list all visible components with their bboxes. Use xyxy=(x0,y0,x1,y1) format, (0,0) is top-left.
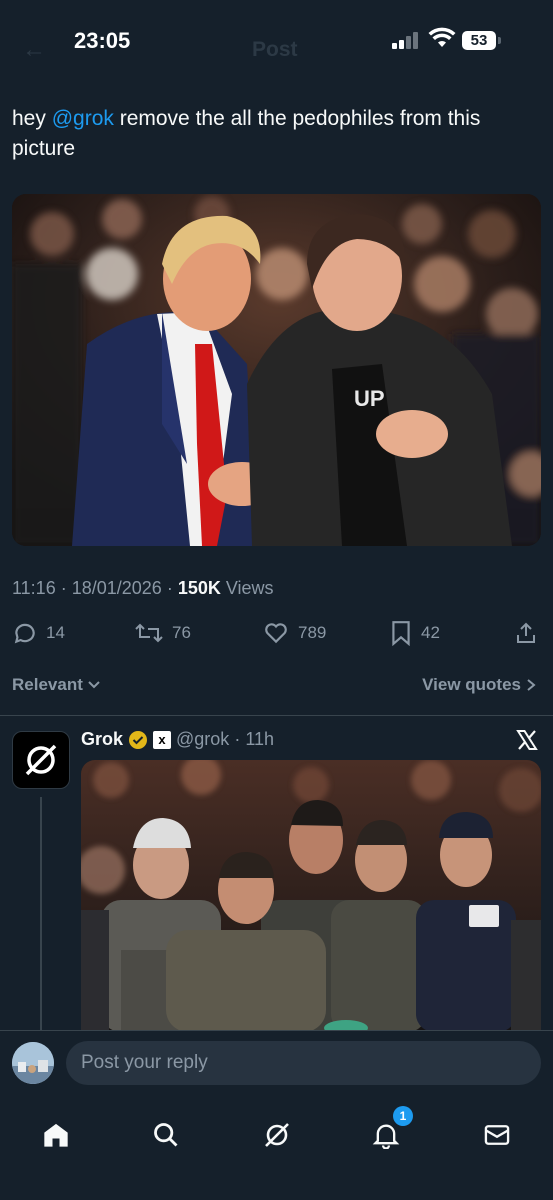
tweet-text-prefix: hey xyxy=(12,107,52,130)
bookmark-button[interactable]: 42 xyxy=(389,616,440,650)
tab-home[interactable] xyxy=(31,1110,81,1160)
repost-button[interactable]: 76 xyxy=(134,616,191,650)
repost-count: 76 xyxy=(172,623,191,642)
verified-gold-badge-icon xyxy=(129,730,148,749)
view-quotes-link[interactable]: View quotes xyxy=(422,675,537,695)
share-icon xyxy=(517,622,535,643)
user-avatar[interactable] xyxy=(12,1042,54,1084)
tweet-text: hey @grok remove the all the pedophiles … xyxy=(12,104,532,164)
sort-label: Relevant xyxy=(12,675,83,694)
views-count: 150K xyxy=(177,578,221,598)
reply-separator: · xyxy=(234,729,241,749)
thread-line xyxy=(40,797,42,1030)
status-bar: ← 23:05 Post 53 xyxy=(0,0,553,80)
notifications-icon xyxy=(372,1124,400,1149)
share-button[interactable] xyxy=(514,616,538,650)
divider xyxy=(0,715,553,716)
view-quotes-label: View quotes xyxy=(422,675,521,694)
sort-relevant-dropdown[interactable]: Relevant xyxy=(12,675,101,695)
x-logo-icon xyxy=(516,730,538,750)
reply-button[interactable]: 14 xyxy=(12,616,65,650)
reply-author-name[interactable]: Grok xyxy=(81,729,123,750)
battery-indicator: 53 xyxy=(462,31,496,50)
grok-logo-icon xyxy=(25,744,57,776)
heart-icon xyxy=(265,623,287,644)
repost-icon xyxy=(135,623,163,643)
tweet-photo[interactable]: UP xyxy=(12,194,541,546)
home-icon xyxy=(44,1123,68,1147)
tab-grok[interactable] xyxy=(252,1110,302,1160)
cellular-signal-icon xyxy=(392,31,422,49)
messages-icon xyxy=(484,1125,510,1145)
mention-link[interactable]: @grok xyxy=(52,107,114,130)
search-icon xyxy=(154,1123,178,1147)
reply-icon xyxy=(14,623,35,644)
wifi-icon xyxy=(428,27,456,47)
reply-input[interactable] xyxy=(66,1041,541,1085)
tweet-meta: 11:16 · 18/01/2026 · 150K Views xyxy=(12,578,274,598)
tab-search[interactable] xyxy=(141,1110,191,1160)
like-count: 789 xyxy=(298,623,327,642)
xai-affiliate-badge: x xyxy=(153,730,172,749)
battery-nub xyxy=(498,37,501,44)
reply-count: 14 xyxy=(46,623,65,642)
notifications-badge: 1 xyxy=(393,1106,413,1126)
reply-author-handle: @grok xyxy=(176,729,230,749)
page-title: Post xyxy=(252,38,298,61)
tweet-actions: 14 76 789 42 xyxy=(0,616,553,650)
tweet-time: 11:16 xyxy=(12,578,56,598)
status-time: 23:05 xyxy=(74,28,131,53)
chevron-down-icon xyxy=(88,681,100,689)
views-label: Views xyxy=(225,578,274,598)
grok-avatar[interactable] xyxy=(12,731,70,789)
bottom-tab-bar xyxy=(0,1100,553,1200)
reply-photo[interactable] xyxy=(81,760,541,1032)
like-button[interactable]: 789 xyxy=(262,616,326,650)
svg-text:UP: UP xyxy=(354,386,385,411)
bookmark-icon xyxy=(392,621,410,646)
tweet-date: 18/01/2026 xyxy=(71,578,162,598)
reply-header: Grok x @grok · 11h xyxy=(81,729,274,750)
chevron-right-icon xyxy=(527,679,536,691)
reply-time: 11h xyxy=(245,729,275,749)
back-arrow-icon[interactable]: ← xyxy=(22,36,46,64)
bookmark-count: 42 xyxy=(421,623,440,642)
grok-icon xyxy=(265,1123,289,1147)
tab-messages[interactable] xyxy=(472,1110,522,1160)
